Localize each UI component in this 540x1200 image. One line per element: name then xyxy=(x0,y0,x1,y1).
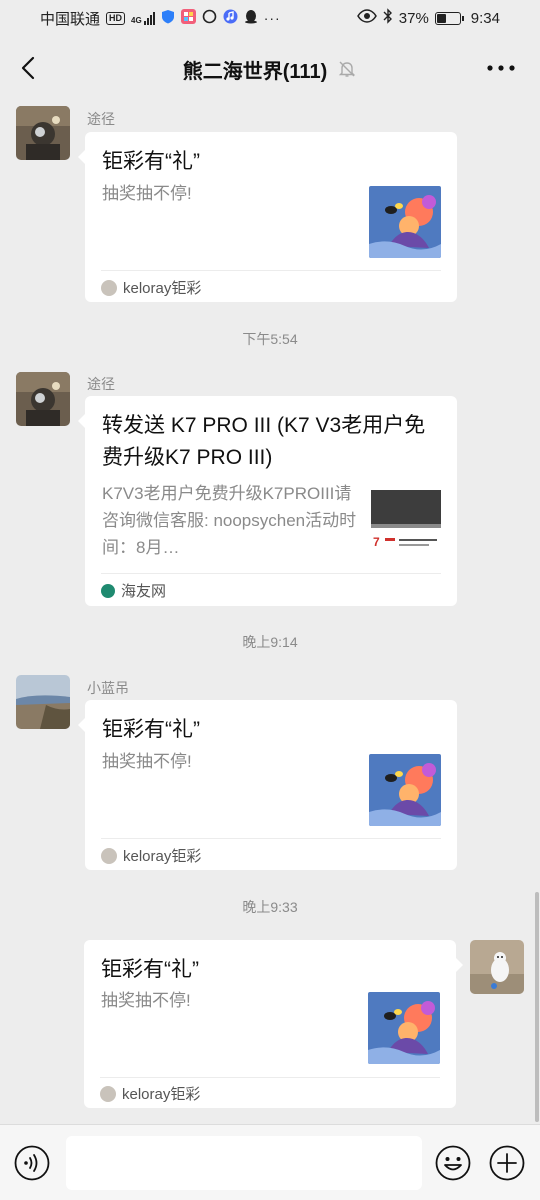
source-logo-icon xyxy=(100,1085,116,1102)
card-source: keloray钜彩 xyxy=(101,277,201,298)
card-divider xyxy=(101,838,441,839)
input-bar xyxy=(0,1124,540,1200)
source-name: keloray钜彩 xyxy=(123,848,202,865)
plus-icon xyxy=(489,1145,525,1181)
network-type: 4G xyxy=(131,15,142,25)
timestamp: 下午5:54 xyxy=(242,331,298,347)
source-logo-icon xyxy=(101,583,115,598)
circle-app-icon xyxy=(202,9,217,28)
voice-icon xyxy=(14,1145,50,1181)
avatar-photo xyxy=(16,675,70,729)
source-name: keloray钜彩 xyxy=(122,1086,201,1103)
card-title: 钜彩有“礼” xyxy=(102,150,200,173)
source-logo-icon xyxy=(101,847,117,864)
card-source: 海友网 xyxy=(101,580,166,601)
card-description: 抽奖抽不停! xyxy=(101,991,191,1010)
emoji-button[interactable] xyxy=(435,1145,471,1181)
link-card[interactable]: 钜彩有“礼” 抽奖抽不停! keloray钜彩 xyxy=(78,700,457,870)
battery-icon xyxy=(434,11,464,25)
sender-name: 途径 xyxy=(87,376,115,392)
card-thumbnail xyxy=(369,186,441,258)
scrollbar[interactable] xyxy=(535,892,539,1122)
avatar-tujing[interactable] xyxy=(16,106,70,160)
bluetooth-icon xyxy=(383,8,393,28)
more-functions-button[interactable] xyxy=(489,1145,525,1181)
card-thumbnail: 7 xyxy=(371,486,441,552)
timestamp: 晚上9:33 xyxy=(242,899,298,915)
message-input[interactable] xyxy=(66,1136,422,1190)
card-thumbnail xyxy=(368,992,440,1064)
card-divider xyxy=(101,573,441,574)
card-title: 转发送 K7 PRO III (K7 V3老用户免费升级K7 PRO III) xyxy=(102,414,426,469)
qq-app-icon xyxy=(244,9,258,28)
more-dots-icon xyxy=(487,65,515,71)
avatar-tujing[interactable] xyxy=(16,372,70,426)
avatar-self[interactable] xyxy=(470,940,524,994)
source-logo-icon xyxy=(101,279,117,296)
card-title: 钜彩有“礼” xyxy=(101,958,199,981)
link-card[interactable]: 钜彩有“礼” 抽奖抽不停! keloray钜彩 xyxy=(84,940,463,1108)
chat-title: 熊二海世界(111) xyxy=(182,60,328,83)
mute-bell-icon xyxy=(339,61,356,77)
sender-name: 途径 xyxy=(87,111,115,127)
shield-app-icon xyxy=(161,9,175,28)
card-description: K7V3老用户免费升级K7PROIII请咨询微信客服: noopsychen活动… xyxy=(102,484,357,557)
music-app-icon xyxy=(223,9,238,28)
avatar-photo xyxy=(16,372,70,426)
card-description: 抽奖抽不停! xyxy=(102,184,192,203)
voice-button[interactable] xyxy=(14,1145,50,1181)
more-notifications-icon: ··· xyxy=(263,10,281,26)
carrier-label: 中国联通 xyxy=(40,10,101,28)
more-options-button[interactable] xyxy=(484,54,518,82)
link-card[interactable]: 钜彩有“礼” 抽奖抽不停! keloray钜彩 xyxy=(78,132,457,302)
back-button[interactable] xyxy=(14,54,42,82)
card-divider xyxy=(101,270,441,271)
svg-text:7: 7 xyxy=(373,535,380,549)
sender-name: 小蓝吊 xyxy=(87,680,129,696)
signal-icon: 4G xyxy=(131,11,155,25)
card-description: 抽奖抽不停! xyxy=(102,752,192,771)
battery-percent: 37% xyxy=(398,9,429,27)
chat-list[interactable]: 途径 钜彩有“礼” 抽奖抽不停! keloray钜彩 下午5:54 途径 转发送… xyxy=(0,102,540,1124)
card-source: keloray钜彩 xyxy=(100,1083,200,1104)
battery-fill xyxy=(436,13,446,23)
avatar-photo xyxy=(470,940,524,994)
card-divider xyxy=(100,1077,440,1078)
chat-header: 熊二海世界(111) xyxy=(0,36,540,102)
chevron-left-icon xyxy=(21,56,35,80)
smiley-icon xyxy=(435,1145,471,1181)
link-card[interactable]: 转发送 K7 PRO III (K7 V3老用户免费升级K7 PRO III) … xyxy=(78,396,457,606)
clock: 9:34 xyxy=(470,9,500,27)
timestamp: 晚上9:14 xyxy=(242,634,298,650)
avatar-photo xyxy=(16,106,70,160)
card-title: 钜彩有“礼” xyxy=(102,718,200,741)
source-name: 海友网 xyxy=(121,583,167,600)
chat-title-group: 熊二海世界(111) xyxy=(183,55,357,84)
app-icon-colorful xyxy=(180,8,196,28)
source-name: keloray钜彩 xyxy=(123,280,202,297)
hd-badge: HD xyxy=(106,11,126,25)
eye-icon xyxy=(356,9,377,27)
status-left: 中国联通 HD 4G ··· xyxy=(40,8,281,29)
card-source: keloray钜彩 xyxy=(101,845,201,866)
card-thumbnail xyxy=(369,754,441,826)
avatar-xiaolandiao[interactable] xyxy=(16,675,70,729)
status-bar: 中国联通 HD 4G ··· 37% 9:34 xyxy=(0,0,540,36)
status-right: 37% 9:34 xyxy=(356,8,500,28)
